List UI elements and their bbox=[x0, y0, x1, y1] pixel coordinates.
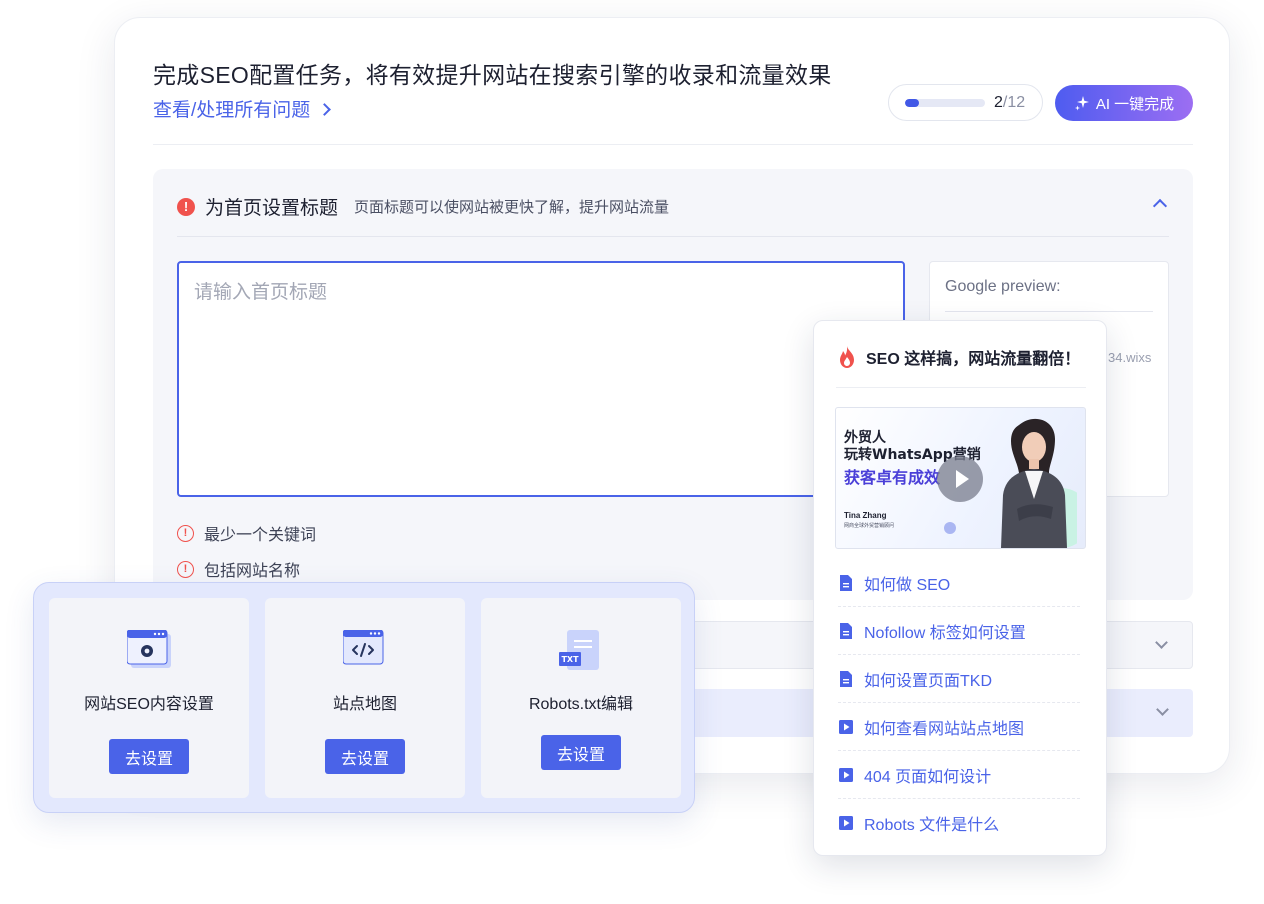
warning-icon: ! bbox=[177, 197, 195, 216]
tool-label: Robots.txt编辑 bbox=[528, 696, 634, 713]
video-thumbnail[interactable]: 外贸人 玩转WhatsApp营销 获客卓有成效 Tina Zhang 网商全球外… bbox=[835, 407, 1086, 549]
tool-card-sitemap: 站点地图 去设置 bbox=[265, 598, 465, 798]
fire-icon bbox=[840, 346, 854, 368]
tutorial-link-label: 如何设置页面TKD bbox=[864, 672, 993, 690]
seo-tools-panel: 网站SEO内容设置 去设置 站点地图 去设置 TXT Robots.txt编辑 … bbox=[33, 582, 695, 813]
go-setup-button[interactable]: 去设置 bbox=[325, 739, 405, 774]
tutorial-link-label: 404 页面如何设计 bbox=[864, 768, 992, 786]
video-title-line3: 获客卓有成效 bbox=[844, 468, 941, 487]
tool-label: 站点地图 bbox=[332, 696, 397, 713]
view-all-issues-label: 查看/处理所有问题 bbox=[153, 100, 311, 121]
code-window-icon bbox=[343, 630, 384, 665]
tutorial-link[interactable]: 404 页面如何设计 bbox=[838, 751, 1080, 799]
tutorial-link-label: 如何做 SEO bbox=[864, 576, 951, 594]
tool-card-seo-content: 网站SEO内容设置 去设置 bbox=[49, 598, 249, 798]
chevron-down-icon bbox=[1156, 703, 1169, 716]
tutorial-link-label: 如何查看网站站点地图 bbox=[864, 720, 1025, 738]
google-preview-label: Google preview: bbox=[945, 278, 1061, 295]
chevron-right-icon bbox=[318, 102, 332, 116]
task-description: 页面标题可以使网站被更快了解，提升网站流量 bbox=[354, 199, 670, 216]
tutorial-link[interactable]: Nofollow 标签如何设置 bbox=[838, 607, 1080, 655]
requirement-label: 包括网站名称 bbox=[204, 563, 301, 580]
ai-button-label: AI 一键完成 bbox=[1095, 95, 1175, 113]
requirement-item: ! 最少一个关键词 bbox=[177, 521, 316, 545]
tutorial-link-label: Nofollow 标签如何设置 bbox=[864, 624, 1026, 642]
go-setup-button[interactable]: 去设置 bbox=[109, 739, 189, 774]
task-header[interactable]: ! 为首页设置标题 页面标题可以使网站被更快了解，提升网站流量 bbox=[177, 193, 669, 220]
presenter-subtitle: 网商全球外贸营销顾问 bbox=[844, 523, 895, 529]
tutorial-links: 如何做 SEO Nofollow 标签如何设置 如何设置页面TKD 如何查看网站… bbox=[838, 559, 1080, 847]
play-icon[interactable] bbox=[937, 456, 983, 502]
tool-card-robots: TXT Robots.txt编辑 去设置 bbox=[481, 598, 681, 798]
progress-bar-fill bbox=[905, 98, 919, 107]
video-icon bbox=[839, 816, 853, 830]
requirement-item: ! 包括网站名称 bbox=[177, 557, 300, 581]
document-icon bbox=[840, 574, 852, 591]
tutorial-link-label: Robots 文件是什么 bbox=[864, 817, 1000, 834]
svg-text:TXT: TXT bbox=[561, 655, 579, 664]
sparkle-icon bbox=[1074, 96, 1089, 111]
txt-file-icon: TXT bbox=[559, 630, 599, 670]
settings-window-icon bbox=[127, 630, 171, 668]
ai-one-click-button[interactable]: AI 一键完成 bbox=[1055, 85, 1193, 121]
tutorial-link[interactable]: 如何设置页面TKD bbox=[838, 655, 1080, 703]
popup-divider bbox=[836, 387, 1086, 388]
video-icon bbox=[839, 719, 853, 734]
view-all-issues-link[interactable]: 查看/处理所有问题 bbox=[153, 95, 332, 122]
task-progress: 2/12 bbox=[888, 84, 1043, 121]
tutorial-link[interactable]: Robots 文件是什么 bbox=[838, 799, 1080, 847]
progress-count: 2/12 bbox=[994, 93, 1026, 111]
document-icon bbox=[840, 670, 852, 687]
tutorial-link[interactable]: 如何查看网站站点地图 bbox=[838, 703, 1080, 751]
document-icon bbox=[840, 622, 852, 639]
header-divider bbox=[153, 144, 1193, 145]
requirement-label: 最少一个关键词 bbox=[204, 527, 317, 544]
go-setup-button[interactable]: 去设置 bbox=[541, 735, 621, 770]
chevron-down-icon bbox=[1155, 636, 1168, 649]
google-preview-divider bbox=[945, 311, 1153, 312]
task-divider bbox=[177, 236, 1169, 237]
popup-header: SEO 这样搞，网站流量翻倍！ bbox=[838, 345, 1080, 369]
presenter-name: Tina Zhang bbox=[844, 511, 887, 520]
tutorial-link[interactable]: 如何做 SEO bbox=[838, 559, 1080, 607]
task-title: 为首页设置标题 bbox=[205, 198, 339, 219]
homepage-title-input[interactable]: 请输入首页标题 bbox=[177, 261, 905, 497]
presenter-photo bbox=[1001, 418, 1077, 548]
alert-circle-icon: ! bbox=[177, 524, 194, 542]
popup-title: SEO 这样搞，网站流量翻倍！ bbox=[866, 351, 1081, 368]
decorative-dot bbox=[944, 522, 956, 534]
alert-circle-icon: ! bbox=[177, 560, 194, 578]
google-preview-url: 34.wixs bbox=[1108, 350, 1152, 365]
page-headline: 完成SEO配置任务，将有效提升网站在搜索引擎的收录和流量效果 bbox=[153, 62, 832, 88]
video-icon bbox=[839, 767, 853, 782]
chevron-up-icon[interactable] bbox=[1152, 198, 1168, 214]
seo-tips-popup: SEO 这样搞，网站流量翻倍！ 外贸人 玩转WhatsApp营销 获客卓有成效 … bbox=[813, 320, 1107, 856]
tool-label: 网站SEO内容设置 bbox=[84, 696, 214, 713]
progress-bar bbox=[905, 98, 985, 107]
